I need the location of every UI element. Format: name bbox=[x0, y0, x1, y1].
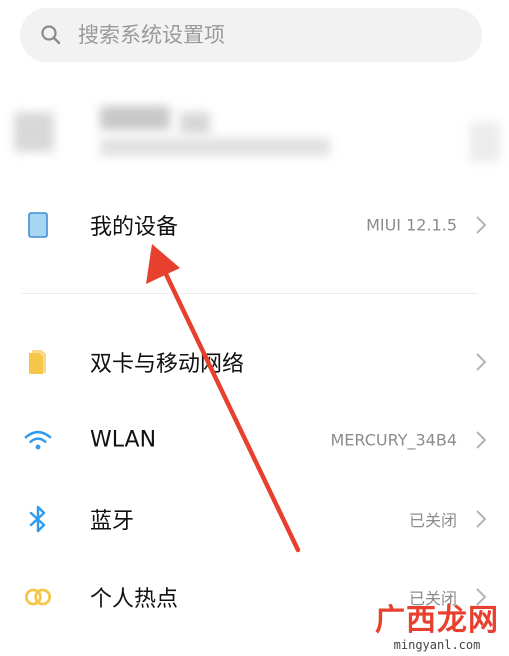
menu-item-bluetooth[interactable]: 蓝牙 已关闭 bbox=[0, 489, 509, 549]
menu-item-value: MIUI 12.1.5 bbox=[366, 215, 457, 235]
account-name-blur bbox=[100, 106, 170, 130]
avatar bbox=[14, 112, 54, 152]
search-icon bbox=[41, 25, 61, 45]
menu-item-value: MERCURY_34B4 bbox=[330, 430, 458, 450]
menu-item-label: 蓝牙 bbox=[90, 509, 135, 534]
tablet-icon bbox=[24, 211, 52, 239]
chevron-right-icon bbox=[476, 216, 487, 234]
hotspot-icon bbox=[24, 583, 52, 611]
chevron-right-icon bbox=[476, 353, 487, 371]
account-section[interactable] bbox=[0, 82, 509, 202]
watermark-url: mingyanl.com bbox=[393, 638, 481, 652]
account-id-blur bbox=[100, 138, 330, 156]
menu-item-dual-sim[interactable]: 双卡与移动网络 bbox=[0, 332, 509, 392]
menu-item-value: 已关闭 bbox=[408, 511, 457, 530]
menu-item-wlan[interactable]: WLAN MERCURY_34B4 bbox=[0, 410, 509, 470]
menu-item-label: 双卡与移动网络 bbox=[90, 352, 245, 377]
bluetooth-icon bbox=[24, 505, 52, 533]
search-input[interactable] bbox=[78, 23, 458, 47]
chevron-right-icon bbox=[476, 431, 487, 449]
watermark: 广西龙网 mingyanl.com bbox=[375, 603, 499, 653]
chevron-right-icon bbox=[476, 510, 487, 528]
wifi-icon bbox=[24, 426, 52, 454]
watermark-brand: 广西龙网 bbox=[375, 603, 499, 638]
menu-item-my-device[interactable]: 我的设备 MIUI 12.1.5 bbox=[0, 195, 509, 255]
search-bar[interactable] bbox=[20, 8, 482, 62]
divider bbox=[22, 293, 478, 294]
menu-item-label: WLAN bbox=[90, 427, 157, 453]
menu-item-label: 个人热点 bbox=[90, 587, 179, 612]
menu-item-label: 我的设备 bbox=[90, 215, 179, 240]
sim-card-icon bbox=[24, 348, 52, 376]
